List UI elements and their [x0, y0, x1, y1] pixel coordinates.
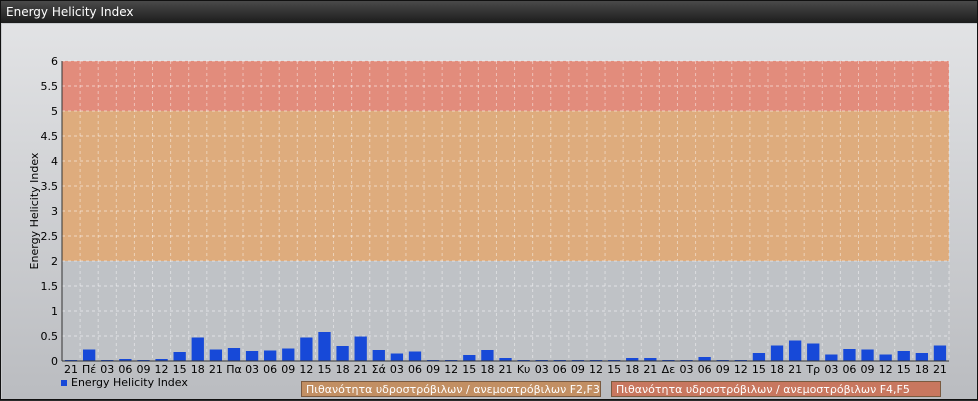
x-tick-label: 18	[915, 363, 929, 376]
x-tick-label: 06	[842, 363, 856, 376]
x-tick-label: 21	[788, 363, 802, 376]
x-tick-label: 06	[408, 363, 422, 376]
bar	[264, 350, 277, 361]
y-tick-label: 3.5	[41, 180, 59, 193]
x-tick-label: 21	[643, 363, 657, 376]
bar	[481, 350, 494, 361]
bar	[698, 357, 711, 361]
x-tick-label: 03	[680, 363, 694, 376]
y-tick-label: 5	[51, 105, 58, 118]
y-tick-label: 0.5	[41, 330, 59, 343]
series-legend: Energy Helicity Index	[61, 376, 188, 389]
bar	[843, 349, 856, 361]
x-tick-label: 06	[553, 363, 567, 376]
y-tick-label: 3	[51, 205, 58, 218]
bar	[408, 351, 422, 361]
bar	[245, 351, 259, 361]
bar	[209, 349, 223, 361]
x-tick-label: Σά	[372, 363, 386, 376]
bar	[752, 353, 766, 361]
bar	[825, 354, 838, 361]
y-tick-label: 2.5	[41, 230, 59, 243]
band-legend-f2f3: Πιθανότητα υδροστρόβιλων / ανεμοστρόβιλω…	[301, 381, 601, 397]
x-tick-label: 06	[118, 363, 132, 376]
x-tick-label: Κυ	[517, 363, 531, 376]
x-tick-label: 12	[444, 363, 458, 376]
bar	[282, 348, 295, 361]
bar	[463, 355, 476, 361]
x-tick-label: 09	[571, 363, 585, 376]
x-tick-label: 18	[336, 363, 350, 376]
x-tick-label: 18	[770, 363, 784, 376]
series-legend-label: Energy Helicity Index	[71, 376, 188, 389]
bar	[173, 352, 186, 361]
x-tick-label: 21	[354, 363, 368, 376]
bar	[191, 337, 204, 361]
y-tick-label: 2	[51, 255, 58, 268]
bar	[336, 346, 349, 361]
series-swatch	[61, 379, 67, 386]
x-tick-label: 21	[209, 363, 223, 376]
x-tick-label: 15	[607, 363, 621, 376]
x-tick-label: 15	[462, 363, 476, 376]
chart-window: Energy Helicity Index 0 0.5 1 1.5 2 2.5 3 3.5 4 4…	[0, 0, 978, 400]
bar	[933, 345, 947, 361]
bar	[897, 351, 910, 361]
x-tick-label: 15	[317, 363, 331, 376]
bar	[82, 349, 96, 361]
x-tick-label: 12	[155, 363, 169, 376]
x-tick-label: 12	[734, 363, 748, 376]
x-tick-label: 15	[173, 363, 187, 376]
y-tick-label: 0	[51, 355, 58, 368]
x-tick-label: Πέ	[82, 363, 96, 376]
x-tick-label: 21	[933, 363, 947, 376]
bar	[390, 353, 404, 361]
x-tick-label: 15	[752, 363, 766, 376]
x-tick-label: 21	[64, 363, 78, 376]
bar	[354, 336, 367, 361]
x-tick-label: 09	[716, 363, 730, 376]
y-tick-label: 1.5	[41, 280, 59, 293]
y-tick-label: 6	[51, 55, 58, 68]
x-tick-label: 09	[281, 363, 295, 376]
bar	[300, 337, 313, 361]
x-tick-label: 12	[879, 363, 893, 376]
x-tick-label: 03	[390, 363, 404, 376]
x-tick-label: 12	[589, 363, 603, 376]
x-tick-label: 18	[625, 363, 639, 376]
x-tick-label: 03	[245, 363, 259, 376]
bar	[318, 332, 331, 361]
y-tick-label: 4	[51, 155, 58, 168]
x-tick-label: 06	[263, 363, 277, 376]
x-tick-label: 09	[861, 363, 875, 376]
x-tick-label: Δε	[662, 363, 676, 376]
bar	[915, 353, 929, 361]
y-tick-label: 4.5	[41, 130, 59, 143]
bar	[807, 343, 820, 361]
bar	[879, 354, 892, 361]
bar	[861, 349, 874, 361]
y-tick-label: 1	[51, 305, 58, 318]
x-tick-label: 03	[535, 363, 549, 376]
x-tick-label: 09	[426, 363, 440, 376]
x-tick-label: 06	[698, 363, 712, 376]
x-tick-label: 18	[480, 363, 494, 376]
ehi-chart: 0 0.5 1 1.5 2 2.5 3 3.5 4 4.5 5 5.5 6 21 Πέ 03 06 09 12 15 1…	[28, 55, 950, 376]
x-tick-label: 03	[100, 363, 114, 376]
x-tick-label: Πα	[226, 363, 242, 376]
bar	[788, 340, 802, 361]
bar	[372, 350, 385, 361]
x-tick-label: 12	[299, 363, 313, 376]
bar	[770, 345, 784, 361]
x-tick-label: 03	[824, 363, 838, 376]
x-tick-label: Τρ	[805, 363, 820, 376]
band-legend-f4f5: Πιθανότητα υδροστρόβιλων / ανεμοστρόβιλω…	[611, 381, 941, 397]
x-tick-label: 15	[897, 363, 911, 376]
y-axis-label: Energy Helicity Index	[28, 152, 41, 269]
x-tick-label: 09	[136, 363, 150, 376]
x-tick-label: 21	[499, 363, 513, 376]
x-tick-label: 18	[191, 363, 205, 376]
y-tick-label: 5.5	[41, 80, 59, 93]
bar	[227, 348, 241, 361]
